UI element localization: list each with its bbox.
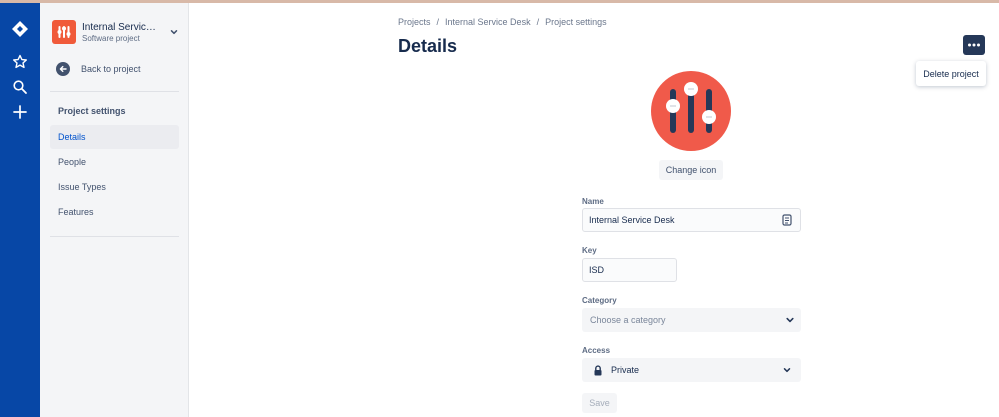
project-avatar-icon xyxy=(52,20,76,44)
save-button[interactable]: Save xyxy=(582,393,617,413)
search-icon[interactable] xyxy=(8,75,32,99)
back-to-project-label: Back to project xyxy=(81,64,141,74)
name-field[interactable]: Internal Service Desk xyxy=(582,208,801,232)
more-dots-icon xyxy=(968,43,980,47)
sliders-icon xyxy=(666,82,716,133)
breadcrumb-separator: / xyxy=(436,17,440,27)
name-label: Name xyxy=(582,197,604,206)
category-select[interactable]: Choose a category xyxy=(582,308,801,332)
name-value: Internal Service Desk xyxy=(589,215,675,225)
breadcrumb-separator: / xyxy=(536,17,540,27)
chevron-down-icon xyxy=(785,315,795,325)
sidebar-item-issue-types[interactable]: Issue Types xyxy=(50,175,179,199)
back-to-project-link[interactable]: Back to project xyxy=(56,59,141,79)
lock-icon xyxy=(593,364,603,376)
key-field[interactable]: ISD xyxy=(582,258,677,282)
project-type: Software project xyxy=(82,33,140,43)
sidebar-item-details[interactable]: Details xyxy=(50,125,179,149)
change-icon-button[interactable]: Change icon xyxy=(659,160,723,180)
jira-logo-icon[interactable] xyxy=(8,17,32,41)
sidebar-section-title: Project settings xyxy=(58,106,126,116)
breadcrumb-projects[interactable]: Projects xyxy=(398,17,431,27)
key-value: ISD xyxy=(589,265,605,275)
page-title: Details xyxy=(398,36,458,56)
access-value: Private xyxy=(611,365,640,375)
caret-down-icon xyxy=(783,366,791,374)
sidebar-divider xyxy=(50,91,179,92)
breadcrumb: Projects / Internal Service Desk / Proje… xyxy=(398,17,607,27)
breadcrumb-project[interactable]: Internal Service Desk xyxy=(445,17,531,27)
star-icon[interactable] xyxy=(8,50,32,74)
project-sidebar: Internal Service ... Software project Ba… xyxy=(40,3,189,417)
key-label: Key xyxy=(582,246,597,255)
contact-card-icon xyxy=(782,214,792,226)
chevron-down-icon xyxy=(168,26,180,38)
project-name: Internal Service ... xyxy=(82,21,160,33)
access-select[interactable]: Private xyxy=(582,358,801,382)
delete-project-menu-item[interactable]: Delete project xyxy=(916,61,986,86)
more-actions-button[interactable] xyxy=(963,35,985,55)
create-plus-icon[interactable] xyxy=(8,100,32,124)
sidebar-item-people[interactable]: People xyxy=(50,150,179,174)
breadcrumb-project-settings[interactable]: Project settings xyxy=(545,17,607,27)
global-nav xyxy=(0,3,40,417)
access-label: Access xyxy=(582,346,611,355)
category-placeholder: Choose a category xyxy=(590,315,666,325)
arrow-left-icon xyxy=(56,62,70,76)
category-label: Category xyxy=(582,296,617,305)
project-icon xyxy=(651,71,731,151)
sidebar-divider xyxy=(50,236,179,237)
project-switcher[interactable]: Internal Service ... Software project xyxy=(52,17,180,47)
sidebar-item-features[interactable]: Features xyxy=(50,200,179,224)
